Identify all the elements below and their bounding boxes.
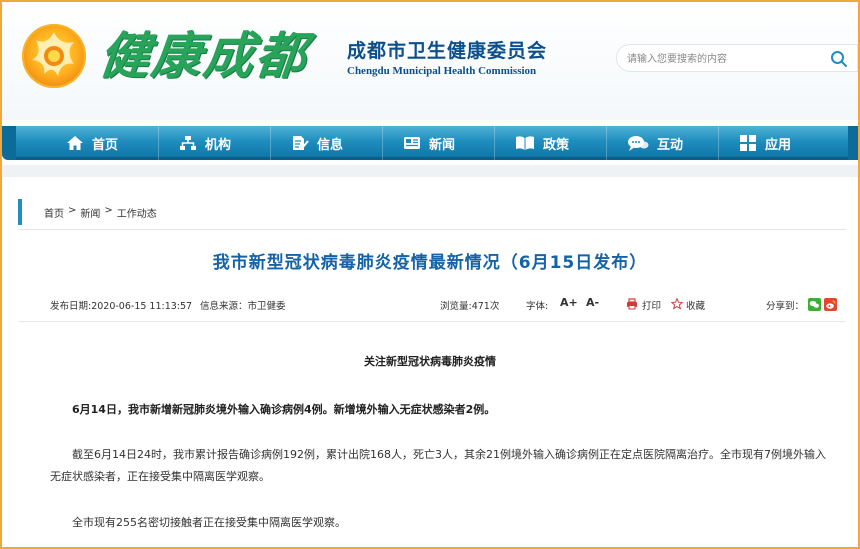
share-label: 分享到：	[766, 301, 805, 312]
main-nav: 首页 机构 信息 新闻 政策 互动 应用	[2, 126, 858, 160]
breadcrumb: 首页 > 新闻 > 工作动态	[44, 205, 157, 220]
meta-divider	[18, 321, 846, 322]
page-title: 我市新型冠状病毒肺炎疫情最新情况（6月15日发布）	[212, 253, 648, 273]
breadcrumb-separator: >	[104, 204, 113, 216]
newspaper-icon	[404, 137, 420, 149]
search-box	[616, 44, 858, 72]
article-meta-bar: 发布日期:2020-06-15 11:13:57 信息来源：市卫健委 浏览量:4…	[50, 296, 840, 313]
font-increase-button[interactable]: A+	[560, 296, 578, 309]
nav-item-label: 新闻	[429, 137, 456, 153]
org-name-cn: 成都市卫生健康委员会	[347, 40, 548, 62]
document-edit-icon	[293, 136, 309, 150]
nav-item-news[interactable]: 新闻	[382, 126, 494, 160]
font-size-label: 字体:	[526, 301, 549, 312]
info-source: 信息来源：市卫健委	[200, 301, 286, 312]
nav-item-label: 信息	[317, 137, 344, 153]
nav-item-label: 首页	[92, 137, 119, 153]
nav-cap-left	[2, 126, 16, 160]
article-subheading: 关注新型冠状病毒肺炎疫情	[364, 355, 496, 368]
nav-item-info[interactable]: 信息	[270, 126, 382, 160]
article-paragraph-3: 全市现有255名密切接触者正在接受集中隔离医学观察。	[72, 516, 346, 529]
org-chart-icon	[180, 136, 196, 150]
article-paragraph-2: 截至6月14日24时，我市累计报告确诊病例192例，累计出院168人，死亡3人，…	[50, 448, 826, 483]
page-frame: 健康成都 成都市卫生健康委员会 Chengdu Municipal Health…	[0, 0, 860, 549]
breadcrumb-current[interactable]: 工作动态	[117, 205, 157, 220]
breadcrumb-container: 首页 > 新闻 > 工作动态	[18, 199, 157, 225]
grid-icon	[740, 135, 756, 151]
breadcrumb-divider	[18, 229, 846, 230]
org-name-en: Chengdu Municipal Health Commission	[347, 65, 537, 77]
print-button[interactable]: 打印	[642, 298, 661, 312]
wechat-share-icon[interactable]	[808, 298, 821, 311]
breadcrumb-home[interactable]: 首页	[44, 205, 64, 220]
nav-item-label: 互动	[657, 137, 684, 153]
site-header: 健康成都 成都市卫生健康委员会 Chengdu Municipal Health…	[2, 2, 858, 120]
nav-item-label: 政策	[543, 137, 570, 153]
breadcrumb-news[interactable]: 新闻	[80, 205, 100, 220]
nav-item-apps[interactable]: 应用	[718, 126, 830, 160]
nav-item-label: 应用	[765, 137, 792, 153]
nav-item-label: 机构	[205, 137, 232, 153]
home-icon	[67, 136, 83, 150]
publish-date: 发布日期:2020-06-15 11:13:57	[50, 301, 193, 312]
nav-item-policy[interactable]: 政策	[494, 126, 606, 160]
chat-icon	[628, 136, 649, 151]
site-logo-text[interactable]: 健康成都	[96, 16, 312, 88]
search-icon[interactable]	[829, 49, 849, 69]
logo-emblem-icon[interactable]	[22, 24, 86, 88]
star-icon[interactable]	[671, 298, 683, 310]
favorite-button[interactable]: 收藏	[686, 298, 705, 312]
book-icon	[516, 136, 534, 150]
search-input[interactable]	[627, 49, 827, 69]
nav-item-org[interactable]: 机构	[158, 126, 270, 160]
font-decrease-button[interactable]: A-	[586, 296, 599, 309]
nav-cap-right	[848, 126, 858, 160]
printer-icon[interactable]	[626, 298, 638, 310]
nav-shadow-strip	[2, 165, 858, 177]
nav-item-interact[interactable]: 互动	[606, 126, 718, 160]
article-paragraph-1: 6月14日，我市新增新冠肺炎境外输入确诊病例4例。新增境外输入无症状感染者2例。	[72, 403, 496, 416]
view-count: 浏览量:471次	[440, 301, 500, 312]
nav-item-home[interactable]: 首页	[46, 126, 158, 160]
weibo-share-icon[interactable]	[824, 298, 837, 311]
breadcrumb-separator: >	[68, 204, 77, 216]
breadcrumb-marker	[18, 199, 22, 225]
